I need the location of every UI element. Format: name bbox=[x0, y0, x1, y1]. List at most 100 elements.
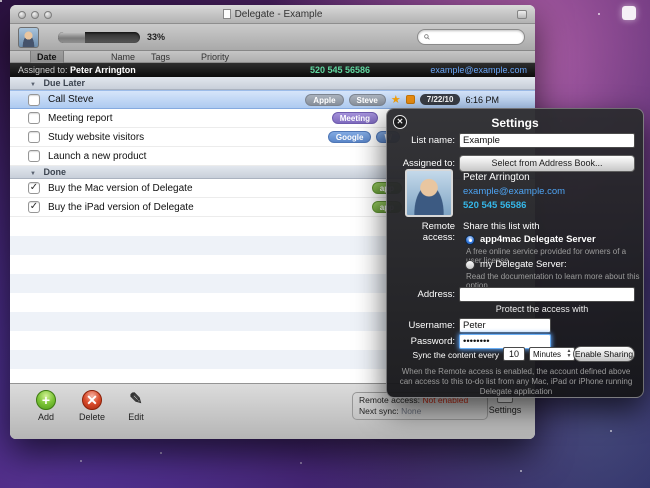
sync-interval-label: Sync the content every bbox=[412, 350, 499, 360]
contact-email[interactable]: example@example.com bbox=[463, 186, 565, 197]
search-icon bbox=[424, 34, 430, 40]
progress-label: 33% bbox=[147, 32, 166, 42]
contact-name: Peter Arrington bbox=[463, 172, 530, 183]
check-icon: ✓ bbox=[29, 182, 39, 193]
priority-indicator[interactable] bbox=[405, 95, 415, 104]
address-book-button[interactable]: Select from Address Book... bbox=[459, 155, 635, 172]
delete-icon: ✕ bbox=[82, 390, 102, 410]
tab-tags[interactable]: Tags bbox=[145, 51, 176, 63]
list-name-input[interactable] bbox=[459, 133, 635, 148]
row-meta: Apple Steve ★ 7/22/10 6:16 PM bbox=[305, 93, 499, 106]
due-date-badge: 7/22/10 bbox=[419, 94, 461, 105]
tag-pill[interactable]: Google bbox=[327, 131, 372, 143]
section-header-due-later[interactable]: ▼ Due Later bbox=[10, 77, 535, 90]
owner-avatar[interactable] bbox=[18, 27, 39, 48]
add-button[interactable]: + Add bbox=[24, 390, 68, 422]
add-icon: + bbox=[36, 390, 56, 410]
checkbox[interactable] bbox=[28, 150, 40, 162]
row-meta: Meeting bbox=[331, 112, 378, 124]
username-label: Username: bbox=[408, 320, 455, 331]
desktop-icon[interactable] bbox=[622, 6, 636, 20]
checkbox[interactable] bbox=[28, 112, 40, 124]
checkbox-checked[interactable]: ✓ bbox=[28, 201, 40, 213]
remote-access-note: When the Remote access is enabled, the a… bbox=[399, 367, 633, 396]
todo-title: Meeting report bbox=[48, 112, 113, 124]
tag-pill[interactable]: Steve bbox=[348, 93, 386, 106]
delete-label: Delete bbox=[78, 412, 105, 422]
todo-title: Launch a new product bbox=[48, 150, 147, 162]
radio-my-server[interactable] bbox=[465, 260, 475, 270]
settings-panel: ✕ Settings List name: Assigned to: Selec… bbox=[386, 108, 644, 398]
sync-interval-input[interactable] bbox=[503, 347, 525, 361]
assigned-bar: Assigned to: Peter Arrington 520 545 565… bbox=[10, 63, 535, 77]
tag-pill[interactable]: Meeting bbox=[331, 112, 378, 124]
next-sync-value: None bbox=[401, 406, 422, 416]
close-panel-button[interactable]: ✕ bbox=[393, 115, 407, 129]
close-button[interactable] bbox=[18, 11, 26, 19]
assigned-phone: 520 545 56586 bbox=[309, 65, 370, 75]
due-time: 6:16 PM bbox=[465, 94, 499, 105]
zoom-button[interactable] bbox=[44, 11, 52, 19]
minimize-button[interactable] bbox=[31, 11, 39, 19]
remote-access-label: Remote access: bbox=[421, 221, 455, 243]
radio-app4mac-label[interactable]: app4mac Delegate Server bbox=[480, 234, 596, 245]
stepper-arrows-icon: ▲ ▼ bbox=[566, 348, 572, 359]
checkbox-checked[interactable]: ✓ bbox=[28, 182, 40, 194]
sync-unit-dropdown[interactable]: Minutes ▲ ▼ bbox=[529, 347, 575, 361]
assigned-email[interactable]: example@example.com bbox=[430, 63, 527, 77]
check-icon: ✓ bbox=[29, 201, 39, 212]
next-sync-status: Next sync: None bbox=[359, 406, 481, 417]
contact-phone: 520 545 56586 bbox=[463, 200, 527, 211]
add-label: Add bbox=[37, 412, 54, 422]
password-label: Password: bbox=[410, 336, 455, 347]
username-input[interactable] bbox=[459, 318, 551, 333]
delete-button[interactable]: ✕ Delete bbox=[70, 390, 114, 422]
share-with-label: Share this list with bbox=[463, 221, 540, 232]
tab-name[interactable]: Name bbox=[105, 51, 141, 63]
todo-title: Buy the iPad version of Delegate bbox=[48, 201, 194, 213]
section-title: Due Later bbox=[43, 78, 85, 88]
edit-label: Edit bbox=[128, 412, 144, 422]
protect-access-label: Protect the access with bbox=[495, 304, 589, 314]
document-proxy-icon bbox=[222, 9, 231, 19]
search-field[interactable] bbox=[417, 29, 525, 45]
checkbox[interactable] bbox=[28, 93, 40, 106]
sort-tabbar: Date Name Tags Priority bbox=[10, 51, 535, 63]
assigned-to-name: Peter Arrington bbox=[70, 65, 136, 75]
next-sync-label: Next sync: bbox=[359, 406, 399, 416]
window-toolbar: 33% bbox=[10, 24, 535, 51]
traffic-lights bbox=[18, 11, 52, 19]
disclosure-triangle-icon[interactable]: ▼ bbox=[30, 171, 36, 177]
todo-title: Study website visitors bbox=[48, 131, 145, 143]
enable-sharing-button[interactable]: Enable Sharing bbox=[573, 346, 635, 362]
contact-photo bbox=[405, 169, 453, 217]
radio-app4mac-server[interactable] bbox=[465, 235, 475, 245]
section-title: Done bbox=[43, 167, 66, 177]
assigned-to-label: Assigned to: bbox=[402, 158, 455, 169]
checkbox[interactable] bbox=[28, 131, 40, 143]
flag-star-icon[interactable]: ★ bbox=[391, 93, 401, 106]
tab-date[interactable]: Date bbox=[30, 51, 64, 63]
progress-fill bbox=[58, 32, 86, 43]
todo-title: Buy the Mac version of Delegate bbox=[48, 182, 193, 194]
todo-title: Call Steve bbox=[48, 94, 94, 105]
edit-button[interactable]: ✎ Edit bbox=[114, 390, 158, 422]
search-input[interactable] bbox=[434, 32, 518, 42]
tag-pill[interactable]: Apple bbox=[305, 93, 344, 106]
assigned-to-text: Assigned to: Peter Arrington bbox=[18, 63, 136, 77]
wallpaper-stars bbox=[0, 0, 2, 2]
assigned-to-label: Assigned to: bbox=[18, 65, 68, 75]
address-input[interactable] bbox=[459, 287, 635, 302]
toolbar-toggle-button[interactable] bbox=[517, 10, 527, 19]
edit-pencil-icon: ✎ bbox=[129, 391, 143, 408]
disclosure-triangle-icon[interactable]: ▼ bbox=[30, 82, 36, 88]
settings-panel-title: Settings bbox=[491, 116, 539, 130]
settings-label: Settings bbox=[488, 405, 522, 415]
todo-row-call-steve[interactable]: Call Steve Apple Steve ★ 7/22/10 6:16 PM bbox=[10, 90, 535, 109]
sync-unit-value: Minutes bbox=[533, 350, 562, 359]
progress-bar bbox=[58, 32, 140, 43]
window-title: Delegate - Example bbox=[234, 8, 323, 20]
radio-my-server-label[interactable]: my Delegate Server: bbox=[480, 259, 567, 270]
titlebar[interactable]: Delegate - Example bbox=[10, 5, 535, 24]
tab-priority[interactable]: Priority bbox=[195, 51, 235, 63]
